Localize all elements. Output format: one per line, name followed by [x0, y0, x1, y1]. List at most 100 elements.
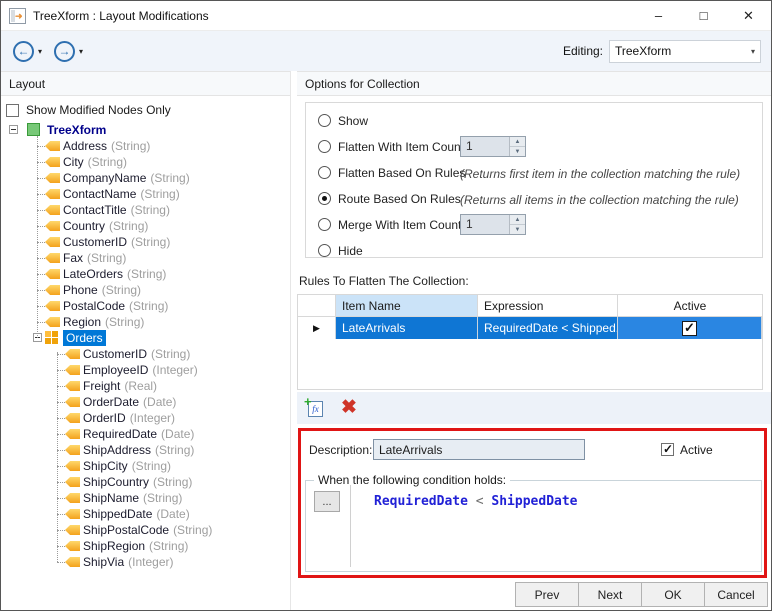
- tree-node-lateorders[interactable]: LateOrders(String): [1, 266, 290, 282]
- tree-connector-line: [57, 546, 65, 547]
- show-modified-label: Show Modified Nodes Only: [26, 103, 171, 117]
- tree-node-shipcity[interactable]: ShipCity(String): [1, 458, 290, 474]
- next-button[interactable]: Next: [578, 582, 642, 607]
- tree-node-name: Phone: [63, 283, 98, 297]
- tree-node-fax[interactable]: Fax(String): [1, 250, 290, 266]
- maximize-button[interactable]: □: [681, 1, 726, 30]
- radio-button[interactable]: [318, 140, 331, 153]
- radio-button[interactable]: [318, 192, 331, 205]
- field-node-icon: [45, 189, 60, 199]
- editing-combobox[interactable]: TreeXform ▾: [609, 40, 761, 63]
- minimize-button[interactable]: –: [636, 1, 681, 30]
- spinner-down-icon[interactable]: ▼: [510, 147, 525, 156]
- description-input[interactable]: LateArrivals: [373, 439, 585, 460]
- tree-node-customerid[interactable]: CustomerID(String): [1, 346, 290, 362]
- tree-node-region[interactable]: Region(String): [1, 314, 290, 330]
- item-count-spinner[interactable]: 1▲▼: [460, 136, 526, 157]
- window-title: TreeXform : Layout Modifications: [33, 9, 209, 23]
- tree-node-label: CompanyName(String): [63, 170, 190, 186]
- ok-button[interactable]: OK: [641, 582, 705, 607]
- back-dropdown-caret-icon[interactable]: ▾: [38, 47, 42, 56]
- tree-node-city[interactable]: City(String): [1, 154, 290, 170]
- title-bar: ➜ TreeXform : Layout Modifications –□✕: [1, 1, 771, 31]
- show-modified-checkbox[interactable]: [6, 104, 19, 117]
- field-node-icon: [65, 429, 80, 439]
- tree-node-shipcountry[interactable]: ShipCountry(String): [1, 474, 290, 490]
- nav-buttons: ← ▾ → ▾: [13, 41, 95, 62]
- tree-node-name: ShipCity: [83, 459, 128, 473]
- field-node-icon: [65, 461, 80, 471]
- tree-connector-line: [57, 530, 65, 531]
- radio-button[interactable]: [318, 166, 331, 179]
- radio-label: Flatten Based On Rules: [338, 165, 465, 181]
- tree-node-companyname[interactable]: CompanyName(String): [1, 170, 290, 186]
- spinner-down-icon[interactable]: ▼: [510, 225, 525, 234]
- tree-node-shippostalcode[interactable]: ShipPostalCode(String): [1, 522, 290, 538]
- tree-node-label: ShipCity(String): [83, 458, 171, 474]
- tree-node-customerid[interactable]: CustomerID(String): [1, 234, 290, 250]
- collection-icon-cell: [45, 331, 51, 337]
- radio-button[interactable]: [318, 218, 331, 231]
- tree-node-label: ContactName(String): [63, 186, 180, 202]
- tree-node-shippeddate[interactable]: ShippedDate(Date): [1, 506, 290, 522]
- field-node-icon: [45, 253, 60, 263]
- tree-node-shipname[interactable]: ShipName(String): [1, 490, 290, 506]
- expander-minus-icon[interactable]: [9, 125, 18, 134]
- tree-node-type: (Real): [124, 379, 157, 393]
- field-node-icon: [45, 237, 60, 247]
- plus-badge-icon: +: [304, 394, 312, 409]
- table-row[interactable]: ▶LateArrivalsRequiredDate < Shipped...: [298, 317, 762, 339]
- tree-node-contactname[interactable]: ContactName(String): [1, 186, 290, 202]
- forward-dropdown-caret-icon[interactable]: ▾: [79, 47, 83, 56]
- radio-button[interactable]: [318, 114, 331, 127]
- tree-node-name: ShipName: [83, 491, 139, 505]
- delete-rule-button[interactable]: ✖: [341, 398, 357, 418]
- tree-node-treexform[interactable]: TreeXform: [1, 122, 290, 138]
- tree-node-employeeid[interactable]: EmployeeID(Integer): [1, 362, 290, 378]
- field-node-icon: [65, 349, 80, 359]
- tree-node-label: PostalCode(String): [63, 298, 168, 314]
- tree-node-orderid[interactable]: OrderID(Integer): [1, 410, 290, 426]
- tree-node-label: ShipAddress(String): [83, 442, 194, 458]
- spinner-up-icon[interactable]: ▲: [510, 215, 525, 225]
- prev-button[interactable]: Prev: [515, 582, 579, 607]
- tree-node-postalcode[interactable]: PostalCode(String): [1, 298, 290, 314]
- chevron-down-icon: ▾: [751, 47, 755, 56]
- active-cell: [618, 317, 762, 339]
- forward-button[interactable]: →: [54, 41, 75, 62]
- tree-node-shipaddress[interactable]: ShipAddress(String): [1, 442, 290, 458]
- tree-node-country[interactable]: Country(String): [1, 218, 290, 234]
- tree-node-freight[interactable]: Freight(Real): [1, 378, 290, 394]
- tree-node-address[interactable]: Address(String): [1, 138, 290, 154]
- active-checkbox[interactable]: [661, 443, 674, 456]
- expression-cell: RequiredDate < Shipped...: [478, 317, 618, 339]
- condition-expression-editor[interactable]: RequiredDate < ShippedDate: [374, 494, 578, 509]
- tree-node-label: Region(String): [63, 314, 144, 330]
- tree-node-type: (String): [131, 203, 170, 217]
- tree-connector-line: [37, 274, 45, 275]
- tree-node-name: ShipRegion: [83, 539, 145, 553]
- tree-node-shipvia[interactable]: ShipVia(Integer): [1, 554, 290, 570]
- close-button[interactable]: ✕: [726, 1, 771, 30]
- radio-row-show: Show: [306, 113, 762, 131]
- spinner-up-icon[interactable]: ▲: [510, 137, 525, 147]
- spinner-value: 1: [466, 217, 473, 231]
- add-rule-button[interactable]: fx +: [305, 398, 325, 418]
- tree-node-requireddate[interactable]: RequiredDate(Date): [1, 426, 290, 442]
- expression-builder-button[interactable]: ...: [314, 491, 340, 512]
- radio-button[interactable]: [318, 244, 331, 257]
- back-button[interactable]: ←: [13, 41, 34, 62]
- options-panel-header: Options for Collection: [297, 71, 771, 96]
- tree-node-contacttitle[interactable]: ContactTitle(String): [1, 202, 290, 218]
- item-count-spinner[interactable]: 1 ▲▼: [460, 214, 526, 235]
- tree-node-shipregion[interactable]: ShipRegion(String): [1, 538, 290, 554]
- tree-node-name: ShipVia: [83, 555, 124, 569]
- tree-node-orderdate[interactable]: OrderDate(Date): [1, 394, 290, 410]
- tree-node-name: ShippedDate: [83, 507, 152, 521]
- cancel-button[interactable]: Cancel: [704, 582, 768, 607]
- active-cell-checkbox[interactable]: [682, 321, 697, 336]
- tree-connector-line: [37, 162, 45, 163]
- tree-node-phone[interactable]: Phone(String): [1, 282, 290, 298]
- tree-node-type: (String): [111, 139, 150, 153]
- tree-node-orders[interactable]: Orders: [1, 330, 290, 346]
